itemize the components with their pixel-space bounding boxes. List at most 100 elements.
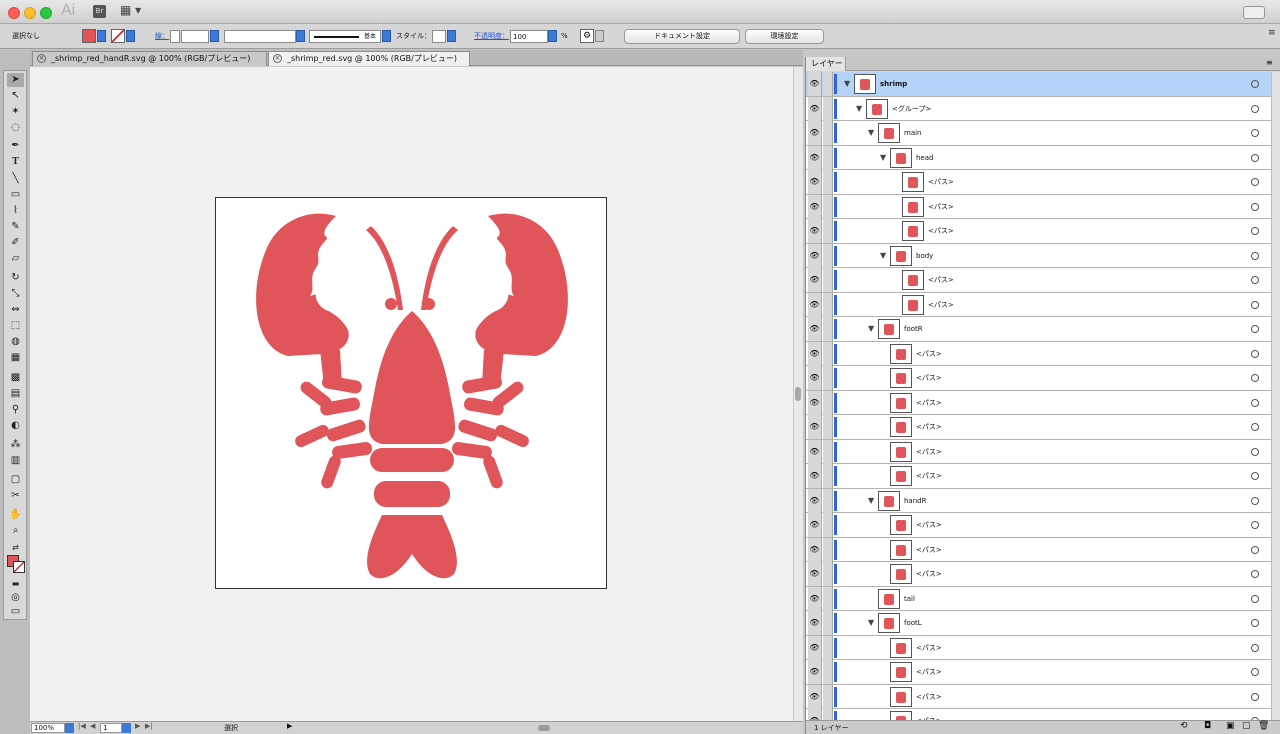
pencil-tool-icon[interactable]: ✎ xyxy=(7,220,24,234)
layer-row[interactable]: 👁 <パス> xyxy=(806,194,1271,219)
target-circle-icon[interactable] xyxy=(1251,668,1259,676)
expand-triangle-icon[interactable]: ▼ xyxy=(880,251,886,260)
horizontal-scroll-thumb[interactable] xyxy=(538,725,550,731)
layer-row[interactable]: 👁 ▼ <グループ> xyxy=(806,96,1271,121)
lock-toggle[interactable] xyxy=(823,562,833,586)
gradient-tool-icon[interactable]: ▤ xyxy=(7,387,24,401)
layer-row[interactable]: 👁 <パス> xyxy=(806,537,1271,562)
layer-row[interactable]: 👁 ▼ head xyxy=(806,145,1271,170)
shape-builder-tool-icon[interactable]: ◍ xyxy=(7,335,24,349)
target-circle-icon[interactable] xyxy=(1251,570,1259,578)
stroke-weight-stepper[interactable] xyxy=(170,30,180,43)
layer-row[interactable]: 👁 ▼ shrimp xyxy=(806,72,1271,97)
lock-toggle[interactable] xyxy=(823,317,833,341)
brush-definition-field[interactable]: 基本 xyxy=(309,30,381,43)
new-layer-icon[interactable]: ▢ xyxy=(1242,721,1251,731)
eyedropper-tool-icon[interactable]: ⚲ xyxy=(7,403,24,417)
target-circle-icon[interactable] xyxy=(1251,153,1259,162)
visibility-eye-icon[interactable]: 👁 xyxy=(808,96,822,121)
lock-toggle[interactable] xyxy=(823,513,833,537)
layer-row[interactable]: 👁 <パス> xyxy=(806,268,1271,293)
visibility-eye-icon[interactable]: 👁 xyxy=(808,562,822,586)
zoom-field[interactable]: 100% xyxy=(31,723,65,733)
next-artboard-button[interactable]: ▶ xyxy=(135,722,140,730)
width-tool-icon[interactable]: ⇔ xyxy=(7,303,24,317)
scroll-thumb[interactable] xyxy=(795,387,801,401)
control-menu-icon[interactable]: ≡ xyxy=(1268,28,1276,38)
target-circle-icon[interactable] xyxy=(1251,692,1259,701)
layers-tab[interactable]: レイヤー xyxy=(806,57,846,71)
visibility-eye-icon[interactable]: 👁 xyxy=(808,317,822,341)
opacity-dropdown[interactable] xyxy=(548,30,557,42)
visibility-eye-icon[interactable]: 👁 xyxy=(808,268,822,292)
lock-toggle[interactable] xyxy=(823,415,833,439)
fullscreen-button[interactable] xyxy=(1243,6,1265,19)
layer-row[interactable]: 👁 <パス> xyxy=(806,635,1271,660)
target-circle-icon[interactable] xyxy=(1251,300,1259,309)
visibility-eye-icon[interactable]: 👁 xyxy=(808,72,822,96)
target-circle-icon[interactable] xyxy=(1251,178,1259,186)
target-circle-icon[interactable] xyxy=(1251,80,1259,88)
new-sublayer-icon[interactable]: ▣ xyxy=(1226,721,1235,731)
perspective-grid-tool-icon[interactable]: ▦ xyxy=(7,351,24,365)
target-circle-icon[interactable] xyxy=(1251,472,1259,480)
graphic-style-swatch[interactable] xyxy=(432,30,446,43)
visibility-eye-icon[interactable]: 👁 xyxy=(808,219,822,243)
direct-selection-tool-icon[interactable]: ↖ xyxy=(7,89,24,103)
visibility-eye-icon[interactable]: 👁 xyxy=(808,660,822,684)
rotate-tool-icon[interactable]: ↻ xyxy=(7,271,24,285)
recolor-dropdown[interactable] xyxy=(595,30,604,42)
lock-toggle[interactable] xyxy=(823,121,833,145)
target-circle-icon[interactable] xyxy=(1251,251,1259,260)
visibility-eye-icon[interactable]: 👁 xyxy=(808,464,822,488)
visibility-eye-icon[interactable]: 👁 xyxy=(808,488,822,513)
lock-toggle[interactable] xyxy=(823,72,833,96)
type-tool-icon[interactable]: T xyxy=(7,155,24,169)
layer-row[interactable]: 👁 ▼ handR xyxy=(806,488,1271,513)
target-circle-icon[interactable] xyxy=(1251,276,1259,284)
visibility-eye-icon[interactable]: 👁 xyxy=(808,366,822,390)
slice-tool-icon[interactable]: ✂ xyxy=(7,489,24,503)
swap-fill-stroke-icon[interactable]: ⇄ xyxy=(7,541,24,555)
visibility-eye-icon[interactable]: 👁 xyxy=(808,611,822,635)
paintbrush-tool-icon[interactable]: ⌇ xyxy=(7,204,24,218)
stroke-color-swatch[interactable] xyxy=(111,29,125,43)
delete-layer-icon[interactable]: 🗑 xyxy=(1258,721,1269,731)
panel-menu-icon[interactable]: ≡ xyxy=(1266,58,1273,67)
opacity-field[interactable]: 100 xyxy=(510,30,548,43)
target-circle-icon[interactable] xyxy=(1251,447,1259,456)
fill-color-swatch[interactable] xyxy=(82,29,96,43)
target-circle-icon[interactable] xyxy=(1251,423,1259,431)
expand-triangle-icon[interactable]: ▼ xyxy=(868,324,874,333)
drawing-mode-icon[interactable]: ◎ xyxy=(7,591,24,605)
lock-toggle[interactable] xyxy=(823,635,833,660)
minimize-window-button[interactable] xyxy=(24,7,36,19)
first-artboard-button[interactable]: |◀ xyxy=(78,722,86,730)
lock-toggle[interactable] xyxy=(823,96,833,121)
expand-triangle-icon[interactable]: ▼ xyxy=(868,618,874,627)
layer-row[interactable]: 👁 ▼ body xyxy=(806,243,1271,268)
lock-toggle[interactable] xyxy=(823,390,833,415)
visibility-eye-icon[interactable]: 👁 xyxy=(808,170,822,194)
selection-tool-icon[interactable]: ➤ xyxy=(7,73,24,87)
eraser-tool-icon[interactable]: ▱ xyxy=(7,252,24,266)
hand-tool-icon[interactable]: ✋ xyxy=(7,508,24,522)
stroke-weight-field[interactable] xyxy=(181,30,209,43)
visibility-eye-icon[interactable]: 👁 xyxy=(808,586,822,611)
visibility-eye-icon[interactable]: 👁 xyxy=(808,537,822,562)
variable-width-dropdown[interactable] xyxy=(296,30,305,42)
target-circle-icon[interactable] xyxy=(1251,643,1259,652)
visibility-eye-icon[interactable]: 👁 xyxy=(808,341,822,366)
lock-toggle[interactable] xyxy=(823,170,833,194)
layer-row[interactable]: 👁 <パス> xyxy=(806,292,1271,317)
status-menu-button[interactable]: ▶ xyxy=(287,722,292,730)
target-circle-icon[interactable] xyxy=(1251,521,1259,529)
fill-dropdown[interactable] xyxy=(97,30,106,42)
close-tab-icon[interactable]: × xyxy=(273,54,282,63)
lock-toggle[interactable] xyxy=(823,684,833,709)
locate-object-icon[interactable]: ⟲ xyxy=(1180,721,1188,731)
lock-toggle[interactable] xyxy=(823,586,833,611)
layer-row[interactable]: 👁 ▼ footR xyxy=(806,317,1271,342)
layer-row[interactable]: 👁 <パス> xyxy=(806,415,1271,440)
stroke-label[interactable]: 線： xyxy=(155,30,169,43)
